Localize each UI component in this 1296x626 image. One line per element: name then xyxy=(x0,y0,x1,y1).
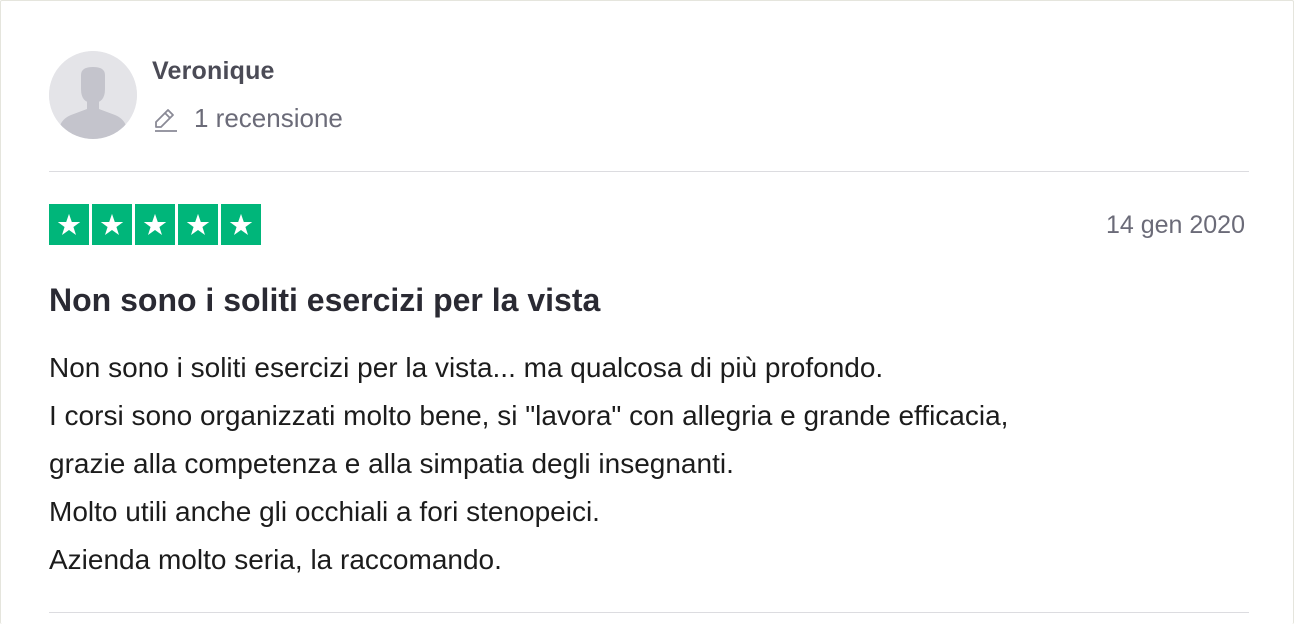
reviewer-name[interactable]: Veronique xyxy=(152,57,275,86)
star-icon xyxy=(221,204,261,245)
pencil-icon xyxy=(152,105,180,133)
star-icon xyxy=(135,204,175,245)
review-count-label: 1 recensione xyxy=(194,103,343,133)
review-card: Veronique 1 recensione 14 gen 2020 Non s… xyxy=(0,0,1294,624)
review-title[interactable]: Non sono i soliti esercizi per la vista xyxy=(49,282,600,319)
star-icon xyxy=(49,204,89,245)
review-count: 1 recensione xyxy=(152,103,343,134)
user-silhouette-icon xyxy=(49,51,137,139)
review-text-line: I corsi sono organizzati molto bene, si … xyxy=(49,400,1009,431)
star-icon xyxy=(178,204,218,245)
avatar[interactable] xyxy=(49,51,137,139)
star-icon xyxy=(92,204,132,245)
review-date: 14 gen 2020 xyxy=(1105,211,1245,239)
review-text-line: grazie alla competenza e alla simpatia d… xyxy=(49,448,734,479)
review-text-line: Azienda molto seria, la raccomando. xyxy=(49,544,502,575)
review-body: Non sono i soliti esercizi per la vista.… xyxy=(49,344,1259,584)
review-text-line: Non sono i soliti esercizi per la vista.… xyxy=(49,352,884,383)
star-rating xyxy=(49,204,261,245)
divider xyxy=(49,612,1249,613)
divider xyxy=(49,171,1249,172)
review-text-line: Molto utili anche gli occhiali a fori st… xyxy=(49,496,600,527)
